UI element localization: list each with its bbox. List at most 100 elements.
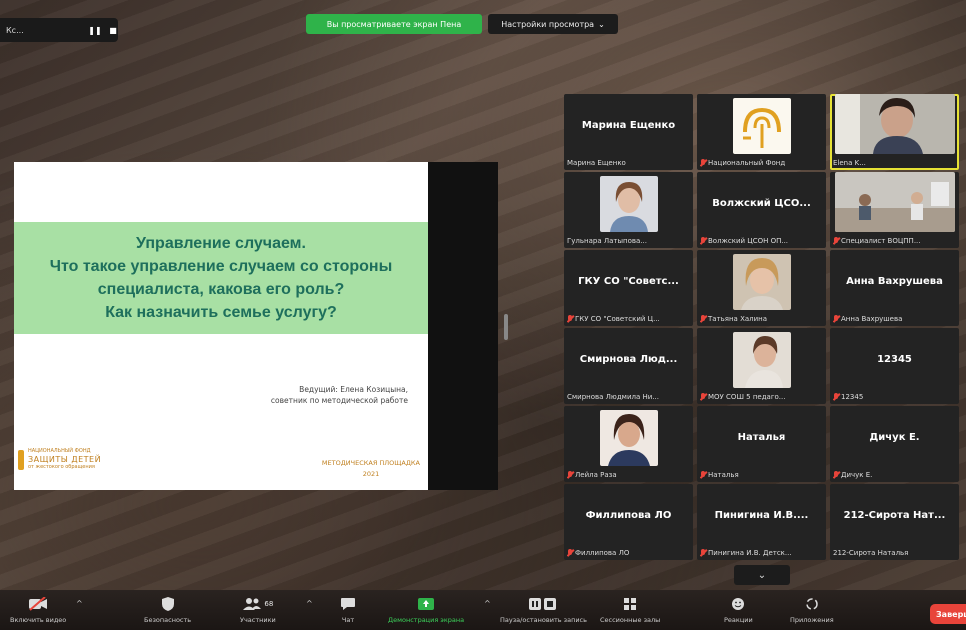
participant-display-name: 212-Сирота Нат... <box>843 510 946 521</box>
end-meeting-button[interactable]: Завершить <box>930 604 966 624</box>
participant-video <box>732 332 791 388</box>
participant-name-label: 212-Сирота Наталья <box>833 549 956 557</box>
participant-name-label: Филлипова ЛО <box>567 549 690 557</box>
participant-name-label: Волжский ЦСОН ОП... <box>700 237 823 245</box>
participant-tile[interactable]: Национальный Фонд <box>697 94 826 170</box>
video-options-caret[interactable]: ^ <box>76 599 83 608</box>
participant-tile[interactable]: 212-Сирота Нат... 212-Сирота Наталья <box>830 484 959 560</box>
chevron-down-icon: ⌄ <box>598 19 605 29</box>
participant-name-label: 12345 <box>833 393 956 401</box>
participant-name: Наталья <box>708 471 739 479</box>
participant-tile[interactable]: Татьяна Халина <box>697 250 826 326</box>
chat-bubble-icon <box>340 594 356 614</box>
shared-screen: Управление случаем. Что такое управление… <box>14 162 498 490</box>
view-options-button[interactable]: Настройки просмотра ⌄ <box>488 14 618 34</box>
participant-tile[interactable]: Elena K... <box>830 94 959 170</box>
participant-name-label: Наталья <box>700 471 823 479</box>
participant-tile[interactable]: Пинигина И.В.... Пинигина И.В. Детск... <box>697 484 826 560</box>
slide-title-line: специалиста, какова его роль? <box>97 281 345 298</box>
breakout-rooms-button[interactable]: Сессионные залы <box>600 594 660 624</box>
share-screen-button[interactable]: Демонстрация экрана <box>388 594 464 624</box>
participant-name: Гульнара Латыпова... <box>567 237 647 245</box>
start-video-label: Включить видео <box>10 616 67 624</box>
view-options-label: Настройки просмотра <box>501 19 595 29</box>
mic-muted-icon <box>567 549 573 557</box>
participant-name-label: Татьяна Халина <box>700 315 823 323</box>
participant-name: Смирнова Людмила Ни... <box>567 393 659 401</box>
participant-name-label: Национальный Фонд <box>700 159 823 167</box>
participant-video <box>732 254 791 310</box>
mic-muted-icon <box>567 471 573 479</box>
participant-display-name: Наталья <box>737 432 786 443</box>
participant-name: 12345 <box>841 393 864 401</box>
participant-video <box>599 176 658 232</box>
participant-display-name: Марина Ещенко <box>581 120 676 131</box>
apps-label: Приложения <box>790 616 834 624</box>
mic-muted-icon <box>833 393 839 401</box>
participant-video <box>834 94 955 154</box>
mic-muted-icon <box>700 393 706 401</box>
participant-video <box>599 410 658 466</box>
start-video-button[interactable]: Включить видео <box>10 594 66 624</box>
pause-icon[interactable]: ❚❚ <box>88 25 101 35</box>
participants-count: 68 <box>264 600 274 608</box>
split-resize-handle[interactable] <box>504 314 508 340</box>
share-options-caret[interactable]: ^ <box>484 599 491 608</box>
participant-tile[interactable]: Гульнара Латыпова... <box>564 172 693 248</box>
slide-footer: МЕТОДИЧЕСКАЯ ПЛОЩАДКА 2021 <box>322 458 420 480</box>
participant-tile[interactable]: Специалист ВОЦПП... <box>830 172 959 248</box>
participant-tile[interactable]: МОУ СОШ 5 педаго... <box>697 328 826 404</box>
video-off-icon <box>28 594 48 614</box>
participant-tile[interactable]: Волжский ЦСО... Волжский ЦСОН ОП... <box>697 172 826 248</box>
record-pause-button[interactable]: Пауза/остановить запись <box>500 594 587 624</box>
participants-label: Участники <box>240 616 276 624</box>
participant-video <box>834 172 955 232</box>
participant-tile[interactable]: Наталья Наталья <box>697 406 826 482</box>
participant-tile[interactable]: Смирнова Люд... Смирнова Людмила Ни... <box>564 328 693 404</box>
presenter-role: советник по методической работе <box>270 396 408 405</box>
participant-tile[interactable]: 12345 12345 <box>830 328 959 404</box>
stop-icon[interactable]: ■ <box>108 25 118 35</box>
participant-tile[interactable]: Анна Вахрушева Анна Вахрушева <box>830 250 959 326</box>
participants-options-caret[interactable]: ^ <box>306 599 313 608</box>
participant-tile[interactable]: Марина Ещенко Марина Ещенко <box>564 94 693 170</box>
footer-year: 2021 <box>362 470 380 478</box>
mic-muted-icon <box>700 471 706 479</box>
security-button[interactable]: Безопасность <box>144 594 191 624</box>
participant-display-name: Анна Вахрушева <box>846 276 943 287</box>
slide-presenter: Ведущий: Елена Козицына, советник по мет… <box>271 384 408 406</box>
participant-tile[interactable]: Филлипова ЛО Филлипова ЛО <box>564 484 693 560</box>
logo-small-text: НАЦИОНАЛЬНЫЙ ФОНД <box>28 448 91 454</box>
chat-label: Чат <box>341 616 355 624</box>
participant-name-label: Специалист ВОЦПП... <box>833 237 956 245</box>
chat-button[interactable]: Чат <box>340 594 356 624</box>
apps-icon <box>805 594 819 614</box>
participant-name-label: Смирнова Людмила Ни... <box>567 393 690 401</box>
participant-display-name: Смирнова Люд... <box>579 354 678 365</box>
participant-name: Анна Вахрушева <box>841 315 903 323</box>
mic-muted-icon <box>700 159 706 167</box>
viewing-screen-banner: Вы просматриваете экран Пена <box>306 14 482 34</box>
participants-button[interactable]: 68 Участники <box>240 594 276 624</box>
participant-display-name: ГКУ СО "Советс... <box>578 276 679 287</box>
reactions-label: Реакции <box>724 616 753 624</box>
participants-icon: 68 <box>242 594 273 614</box>
reactions-button[interactable]: Реакции <box>724 594 753 624</box>
logo-mark-icon <box>18 449 24 470</box>
mic-muted-icon <box>700 237 706 245</box>
presenter-name: Ведущий: Елена Козицына, <box>299 385 408 394</box>
participant-tile[interactable]: ГКУ СО "Советс... ГКУ СО "Советский Ц... <box>564 250 693 326</box>
breakout-rooms-icon <box>623 594 637 614</box>
chevron-down-icon: ⌄ <box>757 569 767 581</box>
participant-tile[interactable]: Дичук Е. Дичук Е. <box>830 406 959 482</box>
participant-tile[interactable]: Лейла Раза <box>564 406 693 482</box>
participant-display-name: Филлипова ЛО <box>585 510 672 521</box>
mic-muted-icon <box>833 471 839 479</box>
end-meeting-label: Завершить <box>936 609 966 619</box>
minimized-window-bar[interactable]: Кс... ❚❚ ■ <box>0 18 118 42</box>
participant-display-name: 12345 <box>877 354 912 365</box>
participant-name-label: Анна Вахрушева <box>833 315 956 323</box>
participant-name: Пинигина И.В. Детск... <box>708 549 792 557</box>
gallery-collapse-button[interactable]: ⌄ <box>734 565 790 585</box>
apps-button[interactable]: Приложения <box>790 594 834 624</box>
